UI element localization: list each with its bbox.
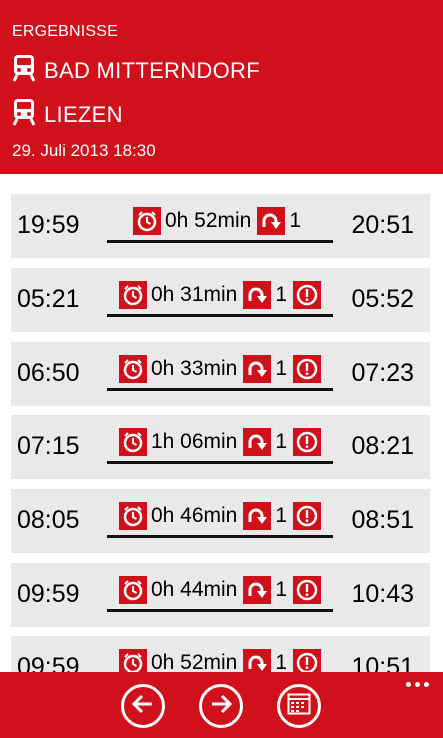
connection-row[interactable]: 09:59 0h 44min 1 10:43 [11,563,430,627]
connection-row[interactable]: 19:59 0h 52min 1 20:51 [11,194,430,258]
departure-time: 19:59 [17,211,80,239]
ellipsis-icon [406,682,411,687]
change-count: 1 [275,357,288,380]
arrival-time: 10:43 [351,580,414,608]
departure-station-name: BAD MITTERNDORF [44,57,260,83]
arrival-time: 05:52 [351,285,414,313]
back-arrow-icon [131,693,155,720]
calendar-icon [287,693,311,720]
change-count: 1 [275,283,288,306]
connection-summary: 0h 52min 1 [107,647,333,672]
departure-time: 07:15 [17,432,80,460]
arrival-time: 10:51 [351,653,414,672]
clock-icon [132,207,161,235]
ellipsis-icon [415,682,420,687]
calendar-button[interactable] [277,684,321,728]
departure-time: 09:59 [17,580,80,608]
connection-summary: 1h 06min 1 [107,426,333,464]
departure-time: 06:50 [17,359,80,387]
app-bar [0,672,443,738]
warning-icon[interactable] [293,649,322,672]
change-count: 1 [275,430,288,453]
connection-summary: 0h 46min 1 [107,500,333,538]
arrival-station-name: LIEZEN [44,101,123,127]
clock-icon [118,281,147,309]
duration: 0h 52min [150,651,238,672]
warning-icon[interactable] [293,428,322,456]
departure-time: 09:59 [17,653,80,672]
clock-icon [118,576,147,604]
header: ERGEBNISSE BAD MITTERNDORF LIEZEN 29. Ju… [0,0,443,174]
departure-station: BAD MITTERNDORF [12,54,260,87]
warning-icon[interactable] [293,502,322,530]
duration: 0h 52min [164,209,252,232]
arrival-time: 07:23 [351,359,414,387]
connection-summary: 0h 33min 1 [107,353,333,391]
connection-row[interactable]: 06:50 0h 33min 1 07:23 [11,342,430,406]
clock-icon [118,355,147,383]
connection-summary: 0h 52min 1 [107,205,333,243]
warning-icon[interactable] [293,355,322,383]
arrival-time: 20:51 [351,211,414,239]
arrival-time: 08:21 [351,432,414,460]
transfer-icon [243,281,272,309]
change-count: 1 [289,209,302,232]
more-options-button[interactable] [406,682,429,687]
connection-summary: 0h 31min 1 [107,279,333,317]
transfer-icon [243,428,272,456]
transfer-icon [243,502,272,530]
forward-button[interactable] [199,684,243,728]
warning-icon[interactable] [293,281,322,309]
duration: 0h 31min [150,283,238,306]
arrival-time: 08:51 [351,506,414,534]
connection-row[interactable]: 07:15 1h 06min 1 08:21 [11,415,430,479]
change-count: 1 [275,504,288,527]
train-icon [12,98,36,131]
connection-list[interactable]: 19:59 0h 52min 1 20:51 05:21 0h 31min 1 05:52 06… [0,174,443,672]
duration: 0h 44min [150,578,238,601]
departure-time: 05:21 [17,285,80,313]
connection-summary: 0h 44min 1 [107,574,333,612]
transfer-icon [243,649,272,672]
duration: 0h 46min [150,504,238,527]
connection-row[interactable]: 08:05 0h 46min 1 08:51 [11,489,430,553]
transfer-icon [243,576,272,604]
arrival-station: LIEZEN [12,98,123,131]
transfer-icon [257,207,286,235]
departure-time: 08:05 [17,506,80,534]
duration: 1h 06min [150,430,238,453]
transfer-icon [243,355,272,383]
ellipsis-icon [424,682,429,687]
train-icon [12,54,36,87]
warning-icon[interactable] [293,576,322,604]
page-title: ERGEBNISSE [12,23,119,40]
search-datetime: 29. Juli 2013 18:30 [12,141,156,160]
clock-icon [118,502,147,530]
duration: 0h 33min [150,357,238,380]
clock-icon [118,649,147,672]
connection-row[interactable]: 05:21 0h 31min 1 05:52 [11,268,430,332]
connection-row[interactable]: 09:59 0h 52min 1 10:51 [11,636,430,672]
clock-icon [118,428,147,456]
forward-arrow-icon [209,693,233,720]
back-button[interactable] [121,684,165,728]
change-count: 1 [275,651,288,672]
change-count: 1 [275,578,288,601]
